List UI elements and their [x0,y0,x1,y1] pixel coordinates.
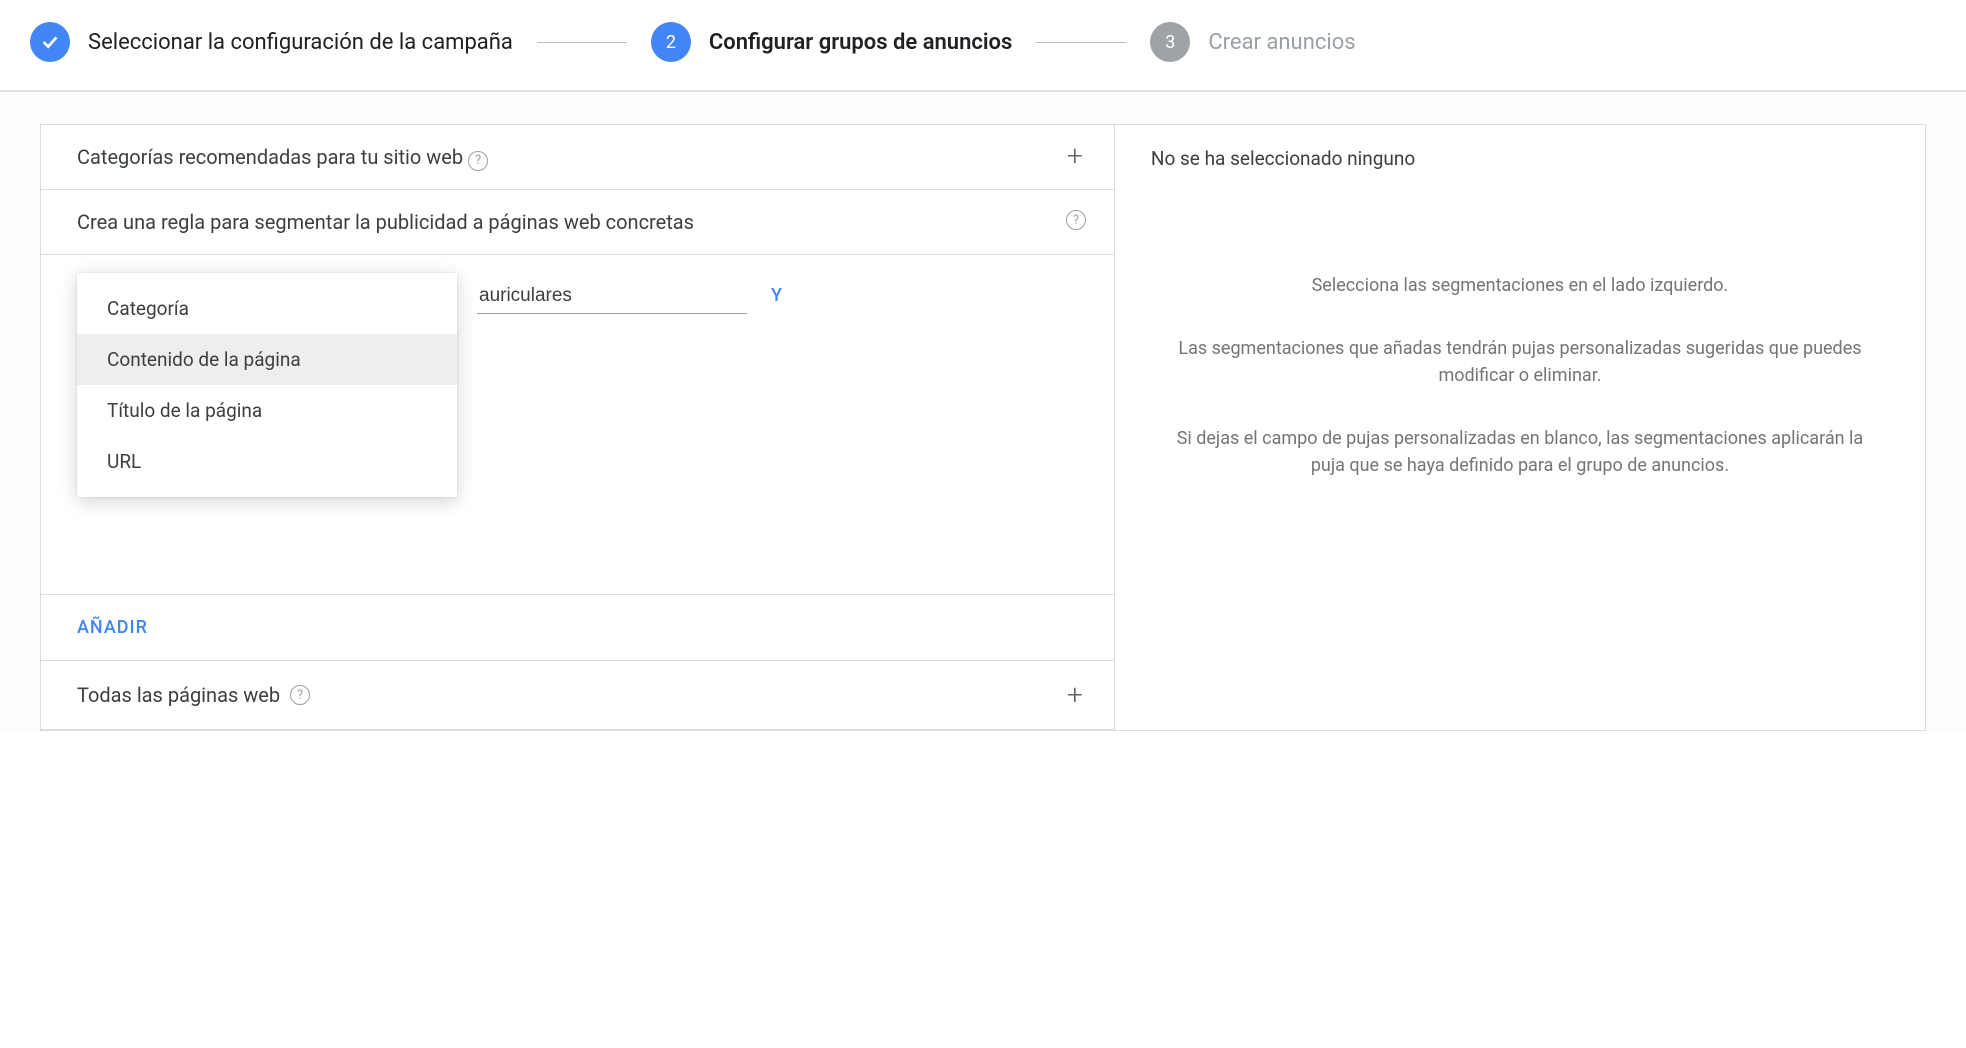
rule-builder: Y Categoría Contenido de la página Títul… [41,254,1114,594]
plus-icon[interactable]: + [1064,684,1086,706]
info-paragraph-3: Si dejas el campo de pujas personalizada… [1163,425,1877,479]
right-header: No se ha seleccionado ninguno [1115,125,1925,192]
right-column: No se ha seleccionado ninguno Selecciona… [1115,125,1925,730]
recommended-categories-label: Categorías recomendadas para tu sitio we… [77,145,463,169]
create-rule-label: Crea una regla para segmentar la publici… [77,210,694,234]
add-rule-row: AÑADIR [41,594,1114,660]
stepper: Seleccionar la configuración de la campa… [0,0,1966,90]
check-icon [30,22,70,62]
step-1-label: Seleccionar la configuración de la campa… [88,30,513,55]
help-icon[interactable]: ? [1066,210,1086,230]
help-icon[interactable]: ? [290,685,310,705]
dropdown-item-contenido[interactable]: Contenido de la página [77,334,457,385]
step-2-label: Configurar grupos de anuncios [709,30,1012,55]
help-icon[interactable]: ? [468,151,488,171]
step-separator [537,42,627,43]
and-operator-button[interactable]: Y [771,281,782,306]
rule-type-dropdown: Categoría Contenido de la página Título … [77,273,457,497]
info-paragraph-1: Selecciona las segmentaciones en el lado… [1163,272,1877,299]
main-area: Categorías recomendadas para tu sitio we… [0,90,1966,731]
all-pages-label: Todas las páginas web [77,681,280,709]
recommended-categories-row[interactable]: Categorías recomendadas para tu sitio we… [41,125,1114,189]
step-1[interactable]: Seleccionar la configuración de la campa… [30,22,513,62]
step-2-number: 2 [651,22,691,62]
plus-icon[interactable]: + [1064,145,1086,167]
content-panel: Categorías recomendadas para tu sitio we… [40,124,1926,731]
info-paragraph-2: Las segmentaciones que añadas tendrán pu… [1163,335,1877,389]
dropdown-item-categoria[interactable]: Categoría [77,283,457,334]
create-rule-row: Crea una regla para segmentar la publici… [41,189,1114,254]
dropdown-item-titulo[interactable]: Título de la página [77,385,457,436]
all-pages-row[interactable]: Todas las páginas web ? + [41,660,1114,730]
step-3-number: 3 [1150,22,1190,62]
rule-value-input[interactable] [477,281,747,314]
dropdown-item-url[interactable]: URL [77,436,457,487]
left-column: Categorías recomendadas para tu sitio we… [41,125,1115,730]
step-3-label: Crear anuncios [1208,30,1355,55]
step-2[interactable]: 2 Configurar grupos de anuncios [651,22,1012,62]
step-3[interactable]: 3 Crear anuncios [1150,22,1355,62]
right-info: Selecciona las segmentaciones en el lado… [1115,192,1925,479]
step-separator [1036,42,1126,43]
add-button[interactable]: AÑADIR [77,617,148,638]
